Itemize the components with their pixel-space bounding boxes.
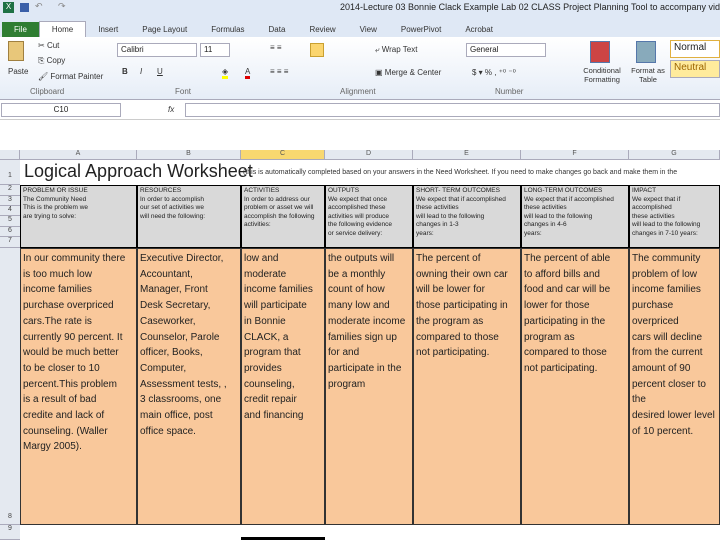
number-format-select[interactable]: General <box>466 43 546 57</box>
cell-resources[interactable]: Executive Director, Accountant, Manager,… <box>137 248 241 525</box>
bold-button[interactable]: B <box>122 67 128 76</box>
format-painter-button[interactable]: 🖌 Format Painter <box>38 72 103 81</box>
window-title: 2014-Lecture 03 Bonnie Clack Example Lab… <box>340 2 720 12</box>
header-outputs[interactable]: OUTPUTS We expect that once accomplished… <box>325 185 413 248</box>
wrap-text-label: Wrap Text <box>381 45 418 54</box>
font-color-icon[interactable]: A <box>245 67 251 79</box>
cell-long-term[interactable]: The percent of able to afford bills and … <box>521 248 629 525</box>
tab-powerpivot[interactable]: PowerPivot <box>389 22 453 37</box>
alignment-group-label: Alignment <box>340 87 376 96</box>
column-header-g[interactable]: G <box>629 150 720 160</box>
save-icon[interactable] <box>20 3 29 12</box>
cell-problem[interactable]: In our community there is too much low i… <box>20 248 137 525</box>
row-header-8[interactable]: 8 <box>0 248 20 525</box>
row-header-6[interactable]: 6 <box>0 227 20 237</box>
ribbon-tabs: File Home Insert Page Layout Formulas Da… <box>0 16 720 37</box>
tab-home[interactable]: Home <box>38 21 87 37</box>
fill-color-icon[interactable]: ◈ <box>222 67 229 79</box>
cut-button[interactable]: ✂ Cut <box>38 41 59 50</box>
format-as-table-button[interactable]: Format as Table <box>628 66 668 84</box>
name-box[interactable]: C10 <box>1 103 121 117</box>
tab-data[interactable]: Data <box>257 22 298 37</box>
spreadsheet-grid: A B C D E F G 1 2 3 4 5 6 7 8 9 Logical … <box>0 150 720 540</box>
format-painter-label: Format Painter <box>50 72 104 81</box>
tab-file[interactable]: File <box>2 22 39 37</box>
cell-activities[interactable]: low and moderate income families will pa… <box>241 248 325 525</box>
tab-insert[interactable]: Insert <box>86 22 130 37</box>
column-header-e[interactable]: E <box>413 150 521 160</box>
align-top-icon[interactable]: ≡ ≡ <box>270 43 282 52</box>
cell-outputs[interactable]: the outputs will be a monthly count of h… <box>325 248 413 525</box>
underline-button[interactable]: U <box>157 67 163 76</box>
tab-page-layout[interactable]: Page Layout <box>130 22 199 37</box>
align-middle-button[interactable] <box>310 43 324 57</box>
formula-bar: C10 fx <box>0 100 720 120</box>
paste-icon <box>8 41 24 61</box>
row-header-1[interactable]: 1 <box>0 160 20 185</box>
row-header-9[interactable]: 9 <box>0 525 20 540</box>
cell-short-term[interactable]: The percent of owning their own car will… <box>413 248 521 525</box>
header-short-term[interactable]: SHORT- TERM OUTCOMES We expect that if a… <box>413 185 521 248</box>
wrap-text-button[interactable]: ⤶ Wrap Text <box>375 45 417 55</box>
redo-icon[interactable]: ↷ <box>58 1 66 12</box>
italic-button[interactable]: I <box>140 67 142 76</box>
column-header-d[interactable]: D <box>325 150 413 160</box>
tab-acrobat[interactable]: Acrobat <box>453 22 505 37</box>
row-header-3[interactable]: 3 <box>0 196 20 206</box>
column-header-a[interactable]: A <box>20 150 137 160</box>
conditional-formatting-icon <box>590 41 610 63</box>
font-size-select[interactable]: 11 <box>200 43 230 57</box>
row-header-7[interactable]: 7 <box>0 237 20 248</box>
header-activities[interactable]: ACTIVITIES In order to address our probl… <box>241 185 325 248</box>
paste-button[interactable]: Paste <box>8 67 28 76</box>
select-all-corner[interactable] <box>0 150 20 160</box>
header-impact[interactable]: IMPACT We expect that if accomplished th… <box>629 185 720 248</box>
align-horizontal-icons[interactable]: ≡ ≡ ≡ <box>270 67 288 76</box>
copy-button[interactable]: ⎘ Copy <box>38 56 65 66</box>
merge-center-label: Merge & Center <box>384 68 442 77</box>
title-bar: X ↶ ↷ 2014-Lecture 03 Bonnie Clack Examp… <box>0 0 720 16</box>
style-neutral[interactable]: Neutral <box>670 60 720 78</box>
number-group-label: Number <box>495 87 524 96</box>
copy-label: Copy <box>46 56 66 65</box>
font-group-label: Font <box>175 87 192 96</box>
style-normal[interactable]: Normal <box>670 40 720 58</box>
row-header-4[interactable]: 4 <box>0 206 20 216</box>
fx-icon[interactable]: fx <box>168 105 174 114</box>
formula-input[interactable] <box>185 103 720 117</box>
conditional-formatting-button[interactable]: Conditional Formatting <box>578 66 626 84</box>
cell-impact[interactable]: The community problem of low income fami… <box>629 248 720 525</box>
row-header-2[interactable]: 2 <box>0 185 20 196</box>
cut-label: Cut <box>46 41 60 50</box>
tab-review[interactable]: Review <box>297 22 347 37</box>
column-header-f[interactable]: F <box>521 150 629 160</box>
header-long-term[interactable]: LONG-TERM OUTCOMES We expect that if acc… <box>521 185 629 248</box>
column-header-b[interactable]: B <box>137 150 241 160</box>
row-header-5[interactable]: 5 <box>0 216 20 227</box>
worksheet-title: Logical Approach Worksheet <box>24 161 253 181</box>
tab-formulas[interactable]: Formulas <box>199 22 256 37</box>
font-name-select[interactable]: Calibri <box>117 43 197 57</box>
worksheet-note: (this is automatically completed based o… <box>243 169 678 176</box>
undo-icon[interactable]: ↶ <box>35 1 43 12</box>
excel-icon: X <box>3 2 14 13</box>
header-resources[interactable]: RESOURCES In order to accomplish our set… <box>137 185 241 248</box>
format-as-table-icon <box>636 41 656 63</box>
number-format-icons[interactable]: $ ▾ % , ⁺⁰ ⁻⁰ <box>472 68 516 77</box>
tab-view[interactable]: View <box>348 22 389 37</box>
ribbon: Paste ✂ Cut ⎘ Copy 🖌 Format Painter Clip… <box>0 37 720 100</box>
column-header-c[interactable]: C <box>241 150 325 160</box>
header-problem[interactable]: PROBLEM OR ISSUE The Community Need This… <box>20 185 137 248</box>
clipboard-group-label: Clipboard <box>30 87 65 96</box>
merge-center-button[interactable]: ▣ Merge & Center <box>375 68 441 77</box>
